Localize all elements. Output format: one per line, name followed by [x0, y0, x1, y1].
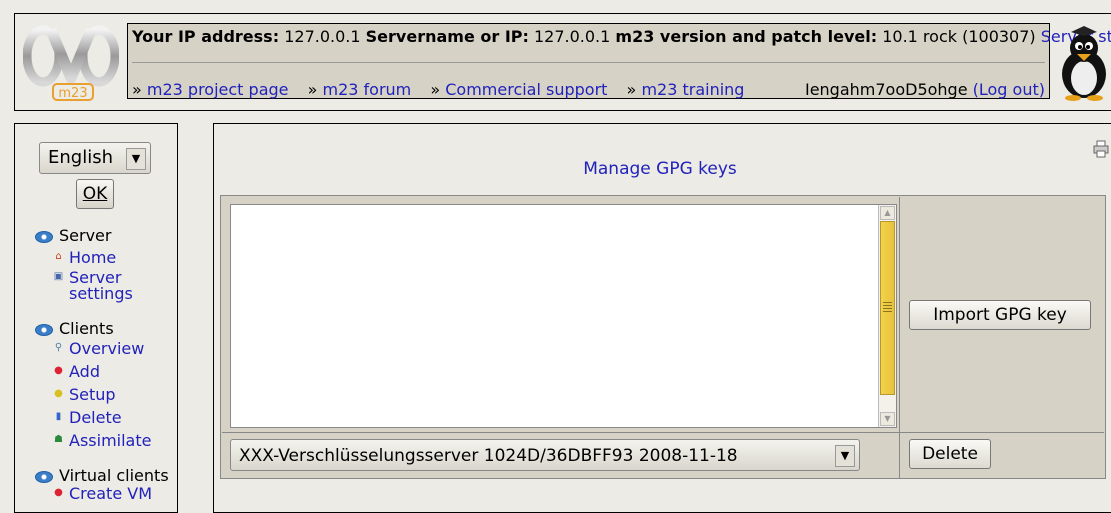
sidebar-item-label[interactable]: Create VM [69, 484, 152, 503]
link-prefix: » [626, 80, 637, 99]
info-separator [132, 62, 1045, 63]
alien-icon: ☗ [54, 434, 63, 445]
language-ok-button[interactable]: OK [76, 179, 114, 209]
menu-group-clients: Clients ⚲ Overview ● Add ● Setup ▮ Delet… [35, 319, 151, 449]
commercial-support-link-item: » Commercial support [430, 80, 607, 99]
printer-icon[interactable] [1093, 140, 1109, 158]
gpg-key-textarea[interactable]: ▲ ▼ [230, 204, 897, 428]
servername-label: Servername or IP: [365, 27, 529, 46]
language-select-value: English [48, 147, 113, 168]
settings-icon: ▣ [53, 271, 64, 282]
sidebar-item-delete[interactable]: ▮ Delete [35, 410, 151, 426]
sidebar-item-create-vm[interactable]: ● Create VM [35, 486, 169, 502]
project-links: » m23 project page » m23 forum » Commerc… [132, 80, 758, 99]
menu-bullet-icon [35, 231, 53, 243]
menu-bullet-icon [35, 324, 53, 336]
header: m23 Your IP address: 127.0.0.1 Servernam… [14, 13, 1111, 111]
sidebar-item-label[interactable]: Server settings [69, 268, 133, 303]
language-select[interactable]: English ▼ [39, 142, 151, 174]
import-gpg-key-button[interactable]: Import GPG key [909, 300, 1091, 330]
link-prefix: » [430, 80, 441, 99]
sidebar-item-label[interactable]: Setup [69, 385, 116, 404]
server-info-line: Your IP address: 127.0.0.1 Servername or… [132, 27, 1111, 46]
menu-group-virtual-clients: Virtual clients ● Create VM [35, 466, 169, 502]
sidebar: English ▼ OK Server ⌂ Home ▣ Server sett… [14, 123, 178, 513]
menu-title-label: Virtual clients [59, 466, 169, 485]
forum-link[interactable]: m23 forum [322, 80, 411, 99]
textarea-cell: ▲ ▼ [222, 197, 900, 433]
tux-mascot-icon [1057, 26, 1111, 102]
scroll-up-icon[interactable]: ▲ [880, 206, 895, 220]
menu-bullet-icon [35, 471, 53, 483]
menu-title-label: Server [59, 226, 112, 245]
gpg-key-select-value: XXX-Verschlüsselungsserver 1024D/36DBFF9… [239, 446, 738, 466]
training-link[interactable]: m23 training [641, 80, 744, 99]
sidebar-item-add[interactable]: ● Add [35, 364, 151, 380]
commercial-support-link[interactable]: Commercial support [445, 80, 607, 99]
sidebar-item-label[interactable]: Overview [69, 339, 144, 358]
page-title: Manage GPG keys [583, 159, 737, 179]
link-prefix: » [132, 80, 142, 99]
project-page-link[interactable]: m23 project page [147, 80, 289, 99]
server-info-box: Your IP address: 127.0.0.1 Servername or… [127, 23, 1111, 99]
servername-value: 127.0.0.1 [533, 27, 611, 46]
chevron-down-icon: ▼ [835, 445, 855, 467]
delete-cell: Delete [900, 433, 1104, 478]
forum-link-item: » m23 forum [308, 80, 412, 99]
svg-text:m23: m23 [58, 86, 87, 101]
version-label: m23 version and patch level: [615, 27, 878, 46]
yellow-drum-icon: ● [54, 388, 63, 399]
key-select-cell: XXX-Verschlüsselungsserver 1024D/36DBFF9… [222, 433, 900, 478]
textarea-scrollbar[interactable]: ▲ ▼ [878, 205, 896, 427]
main-content: Manage GPG keys ▲ ▼ Import GPG key XXX-V… [213, 123, 1111, 513]
red-drum-icon: ● [54, 487, 63, 498]
import-cell: Import GPG key [900, 197, 1104, 433]
menu-group-server: Server ⌂ Home ▣ Server settings [35, 226, 149, 302]
scrollbar-grip-icon [883, 302, 892, 314]
gpg-key-select[interactable]: XXX-Verschlüsselungsserver 1024D/36DBFF9… [230, 439, 860, 471]
project-page-link-item: » m23 project page [132, 80, 289, 99]
menu-title-server[interactable]: Server [35, 226, 149, 246]
scroll-down-icon[interactable]: ▼ [880, 412, 895, 426]
trash-icon: ▮ [55, 411, 62, 422]
menu-title-label: Clients [59, 319, 114, 338]
scrollbar-thumb[interactable] [880, 221, 895, 395]
gpg-form: ▲ ▼ Import GPG key XXX-Verschlüsselungss… [220, 195, 1106, 479]
menu-title-virtual-clients[interactable]: Virtual clients [35, 466, 169, 486]
house-icon: ⌂ [55, 251, 62, 262]
m23-logo: m23 [22, 20, 120, 106]
sidebar-item-label[interactable]: Add [69, 362, 100, 381]
username: Iengahm7ooD5ohge [804, 80, 968, 99]
ip-label: Your IP address: [132, 27, 280, 46]
sidebar-item-label[interactable]: Delete [69, 408, 122, 427]
sidebar-item-label[interactable]: Home [69, 248, 116, 267]
red-drum-icon: ● [54, 365, 63, 376]
logout-link[interactable]: (Log out) [973, 80, 1045, 99]
chevron-down-icon: ▼ [126, 148, 146, 170]
sidebar-item-home[interactable]: ⌂ Home [35, 250, 149, 266]
version-value: 10.1 rock (100307) [882, 27, 1036, 46]
link-prefix: » [307, 80, 318, 99]
menu-title-clients[interactable]: Clients [35, 319, 151, 339]
training-link-item: » m23 training [627, 80, 745, 99]
ip-value: 127.0.0.1 [284, 27, 361, 46]
magnifier-icon: ⚲ [54, 342, 63, 353]
sidebar-item-overview[interactable]: ⚲ Overview [35, 341, 151, 357]
user-info: Iengahm7ooD5ohge (Log out) [805, 80, 1045, 99]
sidebar-item-label[interactable]: Assimilate [69, 431, 151, 450]
sidebar-item-setup[interactable]: ● Setup [35, 387, 151, 403]
sidebar-item-assimilate[interactable]: ☗ Assimilate [35, 433, 151, 449]
delete-key-button[interactable]: Delete [909, 439, 991, 469]
sidebar-item-server-settings[interactable]: ▣ Server settings [35, 270, 149, 302]
